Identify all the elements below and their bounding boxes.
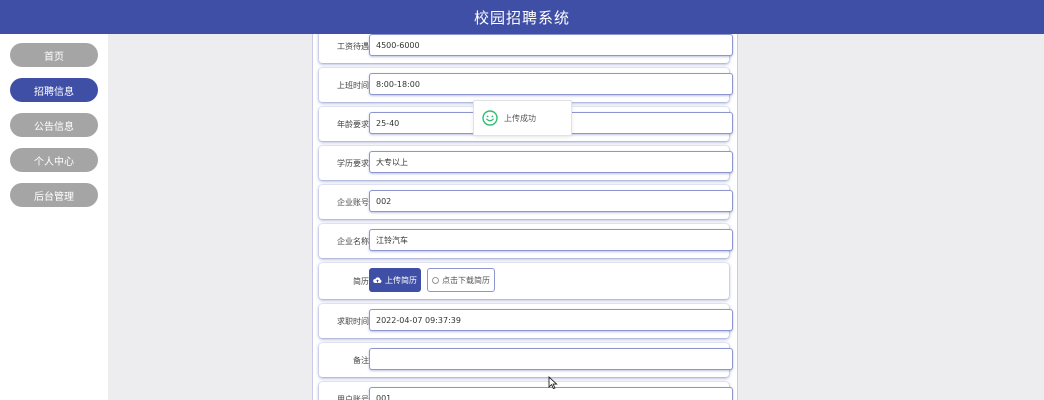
application-time-field[interactable]: 2022-04-07 09:37:39	[369, 309, 733, 331]
download-resume-label: 点击下载简历	[442, 275, 490, 285]
upload-resume-label: 上传简历	[385, 275, 417, 285]
form-row-resume: 简历： 上传简历 点击下载简历	[319, 263, 729, 299]
toast-message: 上传成功	[504, 113, 536, 123]
company-account-field[interactable]: 002	[369, 190, 733, 212]
work-hours-field[interactable]: 8:00-18:00	[369, 73, 733, 95]
form-row-education: 学历要求： 大专以上	[319, 146, 733, 180]
nav-item-home[interactable]: 首页	[10, 43, 98, 67]
nav-item-personal-center[interactable]: 个人中心	[10, 148, 98, 172]
company-name-field[interactable]: 江铃汽车	[369, 229, 733, 251]
sidebar: 首页 招聘信息 公告信息 个人中心 后台管理	[0, 34, 108, 400]
cloud-upload-icon	[373, 276, 382, 283]
form-row-user-account: 用户账号： 001	[319, 382, 733, 400]
app-header: 校园招聘系统	[0, 0, 1044, 34]
education-field[interactable]: 大专以上	[369, 151, 733, 173]
salary-field[interactable]: 4500-6000	[369, 34, 733, 56]
form-row-work-hours: 上班时间： 8:00-18:00	[319, 68, 733, 102]
nav-item-recruitment[interactable]: 招聘信息	[10, 78, 98, 102]
detail-form: 工资待遇： 4500-6000 上班时间： 8:00-18:00 年龄要求： 2…	[312, 34, 738, 400]
smile-icon	[482, 110, 498, 126]
app-title: 校园招聘系统	[473, 8, 570, 27]
remarks-field[interactable]	[369, 348, 733, 370]
form-row-remarks: 备注：	[319, 343, 733, 377]
form-row-application-time: 求职时间： 2022-04-07 09:37:39	[319, 304, 733, 338]
form-row-company-account: 企业账号： 002	[319, 185, 733, 219]
download-resume-button[interactable]: 点击下载简历	[427, 268, 495, 292]
success-toast: 上传成功	[473, 100, 572, 136]
mouse-pointer-icon	[548, 376, 558, 390]
nav-item-admin[interactable]: 后台管理	[10, 183, 98, 207]
form-row-company-name: 企业名称： 江铃汽车	[319, 224, 733, 258]
nav-item-announcements[interactable]: 公告信息	[10, 113, 98, 137]
upload-resume-button[interactable]: 上传简历	[369, 268, 421, 292]
form-row-salary: 工资待遇： 4500-6000	[319, 34, 733, 63]
download-icon	[432, 276, 439, 284]
